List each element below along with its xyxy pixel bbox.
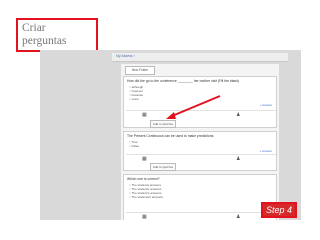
- answer-link[interactable]: + Answer: [260, 103, 272, 107]
- question-text: How did the go to the conference _______…: [127, 79, 240, 83]
- quiz-tab[interactable]: My Assess ›: [116, 54, 135, 58]
- question-toolbar: ▦ ♟: [126, 110, 276, 120]
- calendar-icon[interactable]: ▦: [142, 112, 147, 118]
- question-card: How did the go to the conference _______…: [123, 76, 277, 128]
- person-icon[interactable]: ♟: [236, 214, 240, 220]
- question-card: The Present Continuous can be used to ma…: [123, 131, 277, 171]
- question-text: The Present Continuous can be used to ma…: [127, 134, 215, 138]
- top-bar: My Assess ›: [112, 53, 288, 62]
- answer-link[interactable]: + Answer: [260, 149, 272, 153]
- person-icon[interactable]: ♟: [236, 112, 240, 118]
- question-list: New Folder How did the go to the confere…: [121, 64, 279, 220]
- add-to-quiz-button[interactable]: Add to Quizzes: [150, 163, 176, 171]
- add-to-quiz-button[interactable]: Add to Quizzes: [150, 120, 176, 128]
- new-folder-button[interactable]: New Folder: [125, 66, 155, 75]
- step-label-box: Step 4: [261, 202, 297, 218]
- answer-option[interactable]: since: [129, 97, 139, 101]
- question-toolbar: ▦ ♟: [126, 212, 276, 220]
- person-icon[interactable]: ♟: [236, 156, 240, 162]
- calendar-icon[interactable]: ▦: [142, 156, 147, 162]
- question-toolbar: ▦ ♟: [126, 154, 276, 164]
- answer-option[interactable]: False: [129, 144, 139, 148]
- step-label: Step 4: [265, 205, 293, 215]
- heading-annotation-box: Criar perguntas: [16, 18, 98, 52]
- question-card: Which one is correct? The students answe…: [123, 174, 277, 220]
- heading-text: Criar perguntas: [22, 22, 67, 47]
- question-text: Which one is correct?: [127, 177, 160, 181]
- answer-option[interactable]: The students'z answers: [129, 195, 163, 199]
- embedded-screenshot: My Assess › New Folder How did the go to…: [40, 50, 301, 220]
- calendar-icon[interactable]: ▦: [142, 214, 147, 220]
- sidebar: [40, 50, 110, 220]
